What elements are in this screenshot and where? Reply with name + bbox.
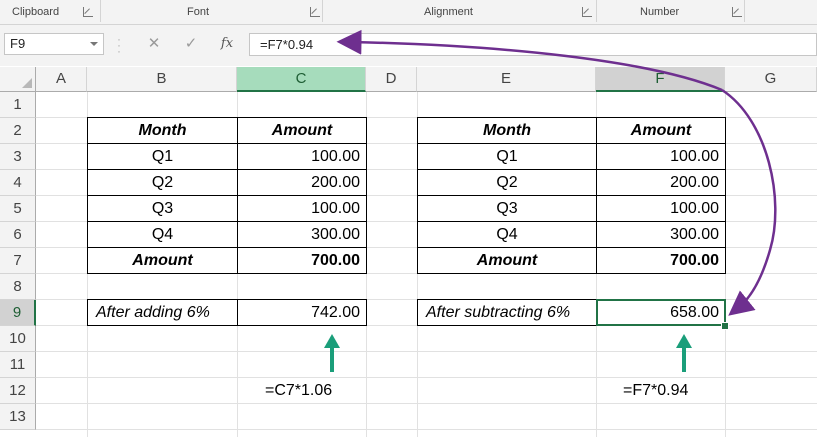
cell-f9-active[interactable]: 658.00 — [596, 299, 726, 326]
formula-bar: F9 · · · ✕ ✓ fx =F7*0.94 — [0, 25, 817, 66]
ribbon-separator — [744, 0, 745, 22]
ribbon-separator — [100, 0, 101, 22]
column-header-b[interactable]: B — [87, 67, 237, 92]
row-header-12[interactable]: 12 — [0, 378, 36, 404]
row-header-13[interactable]: 13 — [0, 404, 36, 430]
number-launcher-icon[interactable] — [732, 7, 742, 17]
cell-b3[interactable]: Q1 — [87, 143, 238, 170]
row-header-6[interactable]: 6 — [0, 222, 36, 248]
ribbon-group-alignment: Alignment — [424, 6, 473, 18]
up-arrow-right-icon — [676, 334, 692, 372]
ribbon-group-clipboard: Clipboard — [12, 6, 60, 18]
cell-b2[interactable]: Month — [87, 117, 238, 144]
cell-b5[interactable]: Q3 — [87, 195, 238, 222]
column-header-e[interactable]: E — [417, 67, 596, 92]
cell-e7[interactable]: Amount — [417, 247, 597, 274]
fill-handle[interactable] — [721, 322, 729, 330]
ribbon-group-labels: Clipboard Font Alignment Number — [0, 0, 817, 25]
name-box[interactable]: F9 — [4, 33, 104, 55]
ribbon-group-font: Font — [187, 6, 210, 18]
cell-f4[interactable]: 200.00 — [596, 169, 726, 196]
row-header-5[interactable]: 5 — [0, 196, 36, 222]
cell-c2[interactable]: Amount — [237, 117, 367, 144]
row-header-3[interactable]: 3 — [0, 144, 36, 170]
cell-c7[interactable]: 700.00 — [237, 247, 367, 274]
row-header-4[interactable]: 4 — [0, 170, 36, 196]
ribbon-separator — [322, 0, 323, 22]
row-header-1[interactable]: 1 — [0, 92, 36, 118]
gridline — [36, 351, 817, 352]
row-header-7[interactable]: 7 — [0, 248, 36, 274]
cell-b9[interactable]: After adding 6% — [87, 299, 238, 326]
row-header-10[interactable]: 10 — [0, 326, 36, 352]
cell-e2[interactable]: Month — [417, 117, 597, 144]
cell-c3[interactable]: 100.00 — [237, 143, 367, 170]
cell-b6[interactable]: Q4 — [87, 221, 238, 248]
column-header-a[interactable]: A — [36, 67, 87, 92]
cell-b4[interactable]: Q2 — [87, 169, 238, 196]
ribbon-separator — [596, 0, 597, 22]
column-header-f[interactable]: F — [596, 67, 725, 92]
row-header-2[interactable]: 2 — [0, 118, 36, 144]
cell-f2[interactable]: Amount — [596, 117, 726, 144]
cell-e6[interactable]: Q4 — [417, 221, 597, 248]
row-header-9[interactable]: 9 — [0, 300, 36, 326]
cell-e5[interactable]: Q3 — [417, 195, 597, 222]
column-header-d[interactable]: D — [366, 67, 417, 92]
formula-input[interactable]: =F7*0.94 — [249, 33, 817, 56]
cell-f6[interactable]: 300.00 — [596, 221, 726, 248]
cell-e3[interactable]: Q1 — [417, 143, 597, 170]
row-header-8[interactable]: 8 — [0, 274, 36, 300]
cell-b7[interactable]: Amount — [87, 247, 238, 274]
cell-c4[interactable]: 200.00 — [237, 169, 367, 196]
clipboard-launcher-icon[interactable] — [83, 7, 93, 17]
gridline — [36, 377, 817, 378]
cell-c6[interactable]: 300.00 — [237, 221, 367, 248]
select-all-corner[interactable] — [0, 67, 36, 92]
gridline — [36, 403, 817, 404]
gridline — [36, 429, 817, 430]
formula-note-left: =C7*1.06 — [265, 382, 333, 399]
cell-c5[interactable]: 100.00 — [237, 195, 367, 222]
cell-c9[interactable]: 742.00 — [237, 299, 367, 326]
column-header-g[interactable]: G — [725, 67, 817, 92]
up-arrow-left-icon — [324, 334, 340, 372]
cancel-icon[interactable]: ✕ — [143, 34, 165, 54]
cell-e9[interactable]: After subtracting 6% — [417, 299, 597, 326]
formula-note-right: =F7*0.94 — [623, 382, 689, 399]
row-header-11[interactable]: 11 — [0, 352, 36, 378]
ribbon-group-number: Number — [640, 6, 680, 18]
cell-f5[interactable]: 100.00 — [596, 195, 726, 222]
chevron-down-icon[interactable] — [90, 42, 98, 46]
enter-check-icon[interactable]: ✓ — [180, 34, 202, 54]
cell-f7[interactable]: 700.00 — [596, 247, 726, 274]
alignment-launcher-icon[interactable] — [582, 7, 592, 17]
column-header-c[interactable]: C — [237, 67, 366, 92]
cell-f3[interactable]: 100.00 — [596, 143, 726, 170]
name-box-value: F9 — [10, 36, 26, 51]
font-launcher-icon[interactable] — [310, 7, 320, 17]
drag-handle-icon[interactable]: · · · — [117, 33, 121, 57]
cell-e4[interactable]: Q2 — [417, 169, 597, 196]
insert-function-icon[interactable]: fx — [216, 34, 238, 54]
